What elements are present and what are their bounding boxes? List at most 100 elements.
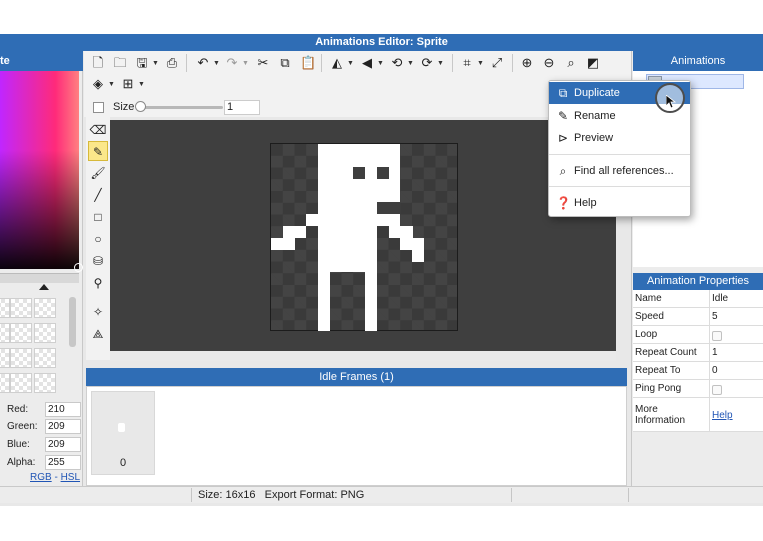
color-swatch[interactable] [34, 323, 56, 343]
grid-icon[interactable]: ⊞ [121, 77, 135, 91]
cut-icon[interactable]: ✂ [256, 56, 270, 70]
swatch-scrollbar[interactable] [69, 297, 76, 347]
hue-slider[interactable] [0, 273, 79, 283]
green-input[interactable]: 209 [45, 419, 81, 434]
redo-icon[interactable]: ↷ [225, 56, 239, 70]
sprite-leg-pixels [318, 272, 330, 331]
open-folder-icon[interactable]: 🗀 [113, 56, 127, 70]
color-swatch[interactable] [10, 298, 32, 318]
toolbar-separator [452, 54, 453, 72]
eyedropper-icon[interactable]: ⚲ [88, 273, 108, 293]
menu-separator [549, 154, 690, 155]
menu-item-find-references[interactable]: ⌕ Find all references... [549, 160, 690, 182]
color-swatch[interactable] [34, 348, 56, 368]
brush-icon[interactable]: 🖌 [88, 163, 108, 183]
sprite-arm-pixel [400, 238, 424, 250]
pencil-icon[interactable]: ✎ [88, 141, 108, 161]
rectangle-icon[interactable]: □ [88, 207, 108, 227]
sprite-arm-pixel [377, 214, 400, 226]
crop-dropdown-icon[interactable]: ▼ [477, 60, 484, 67]
zoom-fit-icon[interactable]: ⌕ [564, 56, 578, 70]
property-row-loop: Loop [633, 326, 763, 344]
toolbar-separator [321, 54, 322, 72]
property-value-speed[interactable]: 5 [712, 311, 718, 322]
transform-icon[interactable]: ⟁ [88, 324, 108, 344]
select-tool-icon[interactable] [93, 102, 104, 113]
line-icon[interactable]: ╱ [88, 185, 108, 205]
toggle-bg-icon[interactable]: ◩ [586, 56, 600, 70]
canvas-horizontal-scrollbar[interactable] [110, 351, 616, 361]
zoom-in-icon[interactable]: ⊕ [520, 56, 534, 70]
color-swatch[interactable] [0, 323, 10, 343]
copy-icon[interactable]: ⧉ [278, 56, 292, 70]
rotate-right-dropdown-icon[interactable]: ▼ [437, 60, 444, 67]
property-row-name: Name Idle [633, 290, 763, 308]
zoom-out-icon[interactable]: ⊖ [542, 56, 556, 70]
layers-icon[interactable]: ◈ [91, 77, 105, 91]
undo-icon[interactable]: ↶ [196, 56, 210, 70]
rotate-right-icon[interactable]: ⟳ [420, 56, 434, 70]
flip-vertical-dropdown-icon[interactable]: ▼ [377, 60, 384, 67]
rotate-left-dropdown-icon[interactable]: ▼ [407, 60, 414, 67]
red-input[interactable]: 210 [45, 402, 81, 417]
toolbar-separator [186, 54, 187, 72]
resize-icon[interactable]: ⤢ [490, 56, 504, 70]
move-point-icon[interactable]: ✧ [88, 302, 108, 322]
color-mode-links: RGB - HSL [30, 472, 80, 483]
color-swatch[interactable] [10, 348, 32, 368]
color-picker-handle[interactable] [74, 263, 83, 272]
sprite-arm-pixel [306, 214, 318, 226]
redo-dropdown-icon[interactable]: ▼ [242, 60, 249, 67]
alpha-input[interactable]: 255 [45, 455, 81, 470]
frame-number: 0 [119, 457, 127, 469]
help-link[interactable]: Help [712, 410, 733, 421]
grid-dropdown-icon[interactable]: ▼ [138, 81, 145, 88]
sprite-arm-pixel [389, 226, 413, 238]
hue-marker-icon[interactable] [39, 284, 49, 290]
export-icon[interactable]: ⎙ [165, 56, 179, 70]
new-file-icon[interactable]: 🗋 [91, 56, 105, 70]
color-swatch[interactable] [0, 298, 10, 318]
color-swatch[interactable] [0, 373, 10, 393]
status-separator [191, 488, 192, 502]
menu-item-label: Rename [574, 110, 616, 122]
rgb-link[interactable]: RGB [30, 472, 52, 483]
property-value-repeat-to[interactable]: 0 [712, 365, 718, 376]
property-value-name[interactable]: Idle [712, 293, 728, 304]
loop-checkbox[interactable] [712, 331, 722, 341]
hsl-link[interactable]: HSL [61, 472, 80, 483]
fill-bucket-icon[interactable]: ⛁ [88, 251, 108, 271]
paste-icon[interactable]: 📋 [300, 56, 316, 70]
color-swatch[interactable] [34, 373, 56, 393]
red-label: Red: [7, 404, 29, 415]
flip-horizontal-dropdown-icon[interactable]: ▼ [347, 60, 354, 67]
eraser-icon[interactable]: ⌫ [88, 120, 108, 140]
menu-item-label: Help [574, 197, 597, 209]
color-swatch[interactable] [34, 298, 56, 318]
property-value-repeat-count[interactable]: 1 [712, 347, 718, 358]
size-slider-track[interactable] [137, 106, 223, 109]
menu-item-preview[interactable]: ⊳ Preview [549, 127, 690, 149]
sprite-arm-pixel [271, 238, 295, 250]
color-swatch[interactable] [10, 323, 32, 343]
save-dropdown-icon[interactable]: ▼ [152, 60, 159, 67]
property-row-more-information: More Information [633, 398, 763, 432]
rotate-left-icon[interactable]: ⟲ [390, 56, 404, 70]
flip-vertical-icon[interactable]: ◀ [360, 56, 374, 70]
color-picker-gradient[interactable] [0, 71, 79, 269]
crop-icon[interactable]: ⌗ [460, 56, 474, 70]
color-swatch[interactable] [10, 373, 32, 393]
status-separator [628, 488, 629, 502]
save-icon[interactable]: 🖫 [135, 56, 149, 70]
ping-pong-checkbox[interactable] [712, 385, 722, 395]
size-input[interactable]: 1 [224, 100, 260, 115]
sprite-canvas[interactable] [270, 143, 458, 331]
color-swatch[interactable] [0, 348, 10, 368]
undo-dropdown-icon[interactable]: ▼ [213, 60, 220, 67]
layers-dropdown-icon[interactable]: ▼ [108, 81, 115, 88]
menu-item-help[interactable]: ❓ Help [549, 192, 690, 214]
ellipse-icon[interactable]: ○ [88, 229, 108, 249]
flip-horizontal-icon[interactable]: ◭ [330, 56, 344, 70]
blue-input[interactable]: 209 [45, 437, 81, 452]
size-slider-handle[interactable] [135, 101, 146, 112]
